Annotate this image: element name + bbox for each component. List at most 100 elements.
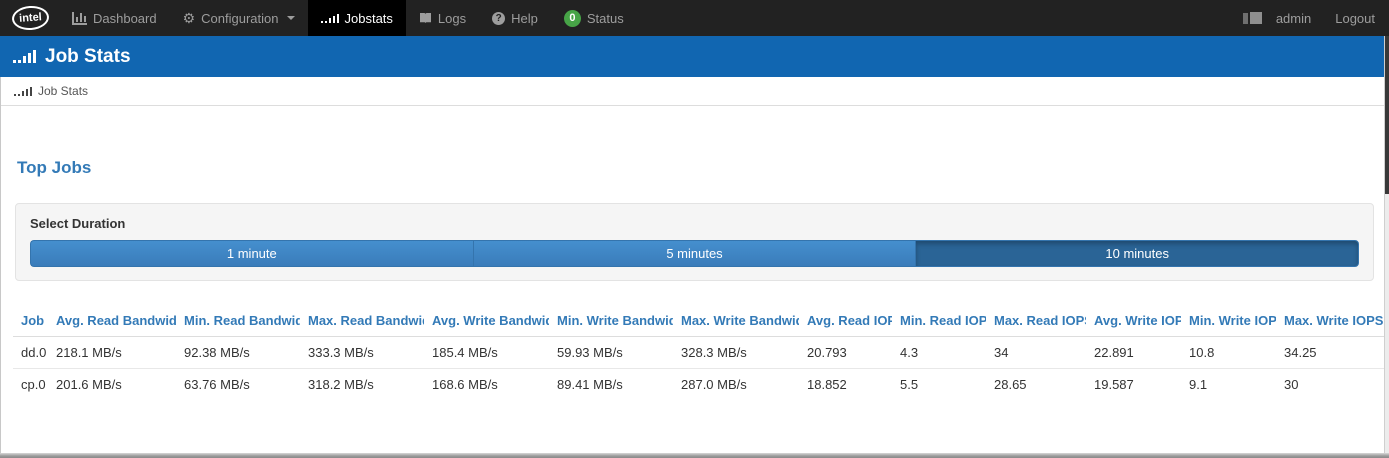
signal-icon xyxy=(13,50,36,63)
table-cell: 34 xyxy=(986,337,1086,369)
table-cell: 328.3 MB/s xyxy=(673,337,799,369)
signal-icon xyxy=(14,87,32,96)
column-header[interactable]: Avg. Write Bandwidth xyxy=(424,305,549,337)
page-title: Job Stats xyxy=(45,46,131,68)
table-cell: 22.891 xyxy=(1086,337,1181,369)
table-cell: 89.41 MB/s xyxy=(549,369,673,401)
duration-panel: Select Duration 1 minute 5 minutes 10 mi… xyxy=(15,203,1374,281)
table-cell: 4.3 xyxy=(892,337,986,369)
table-cell: dd.0 xyxy=(13,337,48,369)
nav-item-label: Configuration xyxy=(201,11,278,26)
table-cell: 20.793 xyxy=(799,337,892,369)
column-header[interactable]: Min. Read IOPS xyxy=(892,305,986,337)
table-cell: 59.93 MB/s xyxy=(549,337,673,369)
gear-icon xyxy=(183,11,196,26)
table-cell: 63.76 MB/s xyxy=(176,369,300,401)
bottom-edge-bar xyxy=(0,453,1389,458)
table-cell: 28.65 xyxy=(986,369,1086,401)
nav-item-status[interactable]: 0 Status xyxy=(551,0,637,36)
column-header[interactable]: Avg. Write IOPS xyxy=(1086,305,1181,337)
section-title: Top Jobs xyxy=(17,158,1388,178)
column-header-label: Min. Write Bandwidth xyxy=(557,313,673,328)
breadcrumb-item-job-stats[interactable]: Job Stats xyxy=(38,84,88,98)
column-header[interactable]: Max. Read IOPS xyxy=(986,305,1086,337)
column-header[interactable]: Job xyxy=(13,305,48,337)
nav-item-label: Dashboard xyxy=(93,11,157,26)
column-header-label: Avg. Write Bandwidth xyxy=(432,313,549,328)
table-row: dd.0218.1 MB/s92.38 MB/s333.3 MB/s185.4 … xyxy=(13,337,1389,369)
nav-item-jobstats[interactable]: Jobstats xyxy=(308,0,406,36)
scrollbar-thumb[interactable] xyxy=(1385,36,1389,194)
table-cell: 318.2 MB/s xyxy=(300,369,424,401)
chevron-down-icon xyxy=(287,16,295,20)
intel-logo-icon: intel xyxy=(11,5,50,32)
nav-item-configuration[interactable]: Configuration xyxy=(170,0,308,36)
nav-item-label: Logs xyxy=(438,11,466,26)
table-cell: 9.1 xyxy=(1181,369,1276,401)
navbar-right: admin Logout xyxy=(1229,0,1389,36)
book-icon xyxy=(419,12,432,24)
column-header[interactable]: Max. Write IOPS xyxy=(1276,305,1389,337)
column-header[interactable]: Max. Read Bandwidth xyxy=(300,305,424,337)
duration-option[interactable]: 10 minutes xyxy=(915,240,1359,267)
table-body: dd.0218.1 MB/s92.38 MB/s333.3 MB/s185.4 … xyxy=(13,337,1389,401)
column-header[interactable]: Max. Write Bandwidth xyxy=(673,305,799,337)
column-header-label: Min. Write IOPS xyxy=(1189,313,1276,328)
table-cell: 10.8 xyxy=(1181,337,1276,369)
table-row: cp.0201.6 MB/s63.76 MB/s318.2 MB/s168.6 … xyxy=(13,369,1389,401)
jobs-table: Job Avg. Read Bandwidth Min. Read Bandwidt… xyxy=(13,305,1389,400)
table-cell: 201.6 MB/s xyxy=(48,369,176,401)
brand: intel xyxy=(0,0,59,36)
help-icon xyxy=(492,12,505,25)
bar-chart-icon xyxy=(72,12,87,25)
jobs-table-wrap: Job Avg. Read Bandwidth Min. Read Bandwidt… xyxy=(1,305,1388,400)
nav-item-label: Help xyxy=(511,11,538,26)
column-header[interactable]: Min. Read Bandwidth xyxy=(176,305,300,337)
page-body: Job Stats Top Jobs Select Duration 1 min… xyxy=(0,77,1389,458)
breadcrumb: Job Stats xyxy=(1,77,1388,106)
username-label: admin xyxy=(1276,11,1311,26)
table-cell: 18.852 xyxy=(799,369,892,401)
nav-item-label: Jobstats xyxy=(345,11,393,26)
column-header[interactable]: Min. Write Bandwidth xyxy=(549,305,673,337)
column-header-label: Avg. Read IOPS xyxy=(807,313,892,328)
table-cell: 92.38 MB/s xyxy=(176,337,300,369)
signal-icon xyxy=(321,14,339,23)
nav-item-dashboard[interactable]: Dashboard xyxy=(59,0,170,36)
nav-item-help[interactable]: Help xyxy=(479,0,551,36)
table-cell: cp.0 xyxy=(13,369,48,401)
nav-item-logs[interactable]: Logs xyxy=(406,0,479,36)
duration-button-group: 1 minute 5 minutes 10 minutes xyxy=(30,240,1359,267)
table-cell: 34.25 xyxy=(1276,337,1389,369)
column-header-label: Avg. Read Bandwidth xyxy=(56,313,176,328)
status-count-badge: 0 xyxy=(564,10,581,27)
table-cell: 168.6 MB/s xyxy=(424,369,549,401)
table-cell: 30 xyxy=(1276,369,1389,401)
table-header-row: Job Avg. Read Bandwidth Min. Read Bandwidt… xyxy=(13,305,1389,337)
table-cell: 218.1 MB/s xyxy=(48,337,176,369)
table-cell: 19.587 xyxy=(1086,369,1181,401)
logged-in-user: admin xyxy=(1229,11,1325,26)
page-header: Job Stats xyxy=(0,36,1389,77)
table-cell: 5.5 xyxy=(892,369,986,401)
duration-option[interactable]: 1 minute xyxy=(30,240,473,267)
column-header[interactable]: Min. Write IOPS xyxy=(1181,305,1276,337)
user-icon xyxy=(1243,12,1262,24)
table-cell: 185.4 MB/s xyxy=(424,337,549,369)
column-header-label: Min. Read IOPS xyxy=(900,313,986,328)
table-cell: 287.0 MB/s xyxy=(673,369,799,401)
column-header[interactable]: Avg. Read Bandwidth xyxy=(48,305,176,337)
column-header-label: Min. Read Bandwidth xyxy=(184,313,300,328)
vertical-scrollbar[interactable] xyxy=(1384,36,1389,458)
column-header-label: Job xyxy=(21,313,44,328)
duration-option[interactable]: 5 minutes xyxy=(473,240,916,267)
column-header-label: Max. Write IOPS xyxy=(1284,313,1383,328)
column-header[interactable]: Avg. Read IOPS xyxy=(799,305,892,337)
column-header-label: Max. Read IOPS xyxy=(994,313,1086,328)
column-header-label: Avg. Write IOPS xyxy=(1094,313,1181,328)
logout-button[interactable]: Logout xyxy=(1325,11,1389,26)
top-navbar: intel Dashboard Configuration Jobstats L… xyxy=(0,0,1389,36)
duration-panel-label: Select Duration xyxy=(30,216,1359,231)
column-header-label: Max. Read Bandwidth xyxy=(308,313,424,328)
table-cell: 333.3 MB/s xyxy=(300,337,424,369)
